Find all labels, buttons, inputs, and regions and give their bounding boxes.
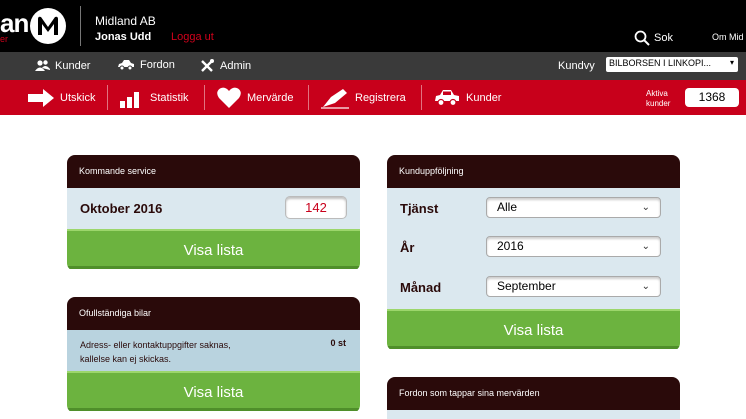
search-button[interactable]: Sok [634, 30, 673, 46]
chevron-down-icon: ▾ [729, 58, 734, 67]
tjanst-label: Tjänst [400, 201, 439, 216]
nav-kunder-red-label: Kunder [466, 91, 502, 104]
nav-utskick[interactable]: Utskick [28, 80, 95, 115]
nav-separator [421, 85, 422, 110]
card-body: Oktober 2016 142 [67, 188, 360, 229]
nav-utskick-label: Utskick [60, 91, 96, 104]
card-title: Ofullständiga bilar [67, 297, 360, 330]
brand-subtext: er [0, 34, 9, 44]
kundvy-label: Kundvy [558, 60, 595, 72]
nav-admin-label: Admin [220, 60, 252, 72]
card-title: Kunduppföljning [387, 155, 680, 188]
primary-nav: Utskick Statistik Mervärde Registrera Ku… [0, 80, 746, 115]
card-body: Tjänst Alle ⌄ År 2016 ⌄ Månad September … [387, 188, 680, 309]
nav-fordon-label: Fordon [140, 59, 175, 71]
service-month-label: Oktober 2016 [80, 201, 163, 216]
uppfoljning-visa-lista-button[interactable]: Visa lista [387, 309, 680, 349]
manad-select[interactable]: September ⌄ [486, 276, 661, 297]
nav-mervarde-label: Mervärde [247, 91, 294, 104]
ofullstandiga-message-line1: Adress- eller kontaktuppgifter saknas, [80, 340, 231, 350]
ofullstandiga-count: 0 st [330, 338, 346, 348]
search-icon [634, 30, 650, 46]
user-name: Jonas Udd [95, 31, 152, 43]
nav-separator [107, 85, 108, 110]
tjanst-select-value: Alle [497, 200, 518, 214]
search-label: Sok [654, 32, 673, 44]
card-body: Adress- eller kontaktuppgifter saknas, k… [67, 330, 360, 371]
manad-select-value: September [497, 279, 556, 293]
logout-link[interactable]: Logga ut [171, 31, 214, 43]
nav-registrera[interactable]: Registrera [321, 80, 406, 115]
arrow-right-icon [28, 88, 54, 107]
tjanst-select[interactable]: Alle ⌄ [486, 197, 661, 218]
users-icon [35, 60, 50, 71]
card-fordon-mervarden: Fordon som tappar sina mervärden [387, 377, 680, 419]
car-icon [118, 60, 134, 71]
nav-kunder-red[interactable]: Kunder [434, 80, 501, 115]
aktiva-line1: Aktiva [646, 89, 668, 98]
ar-label: År [400, 240, 415, 255]
chevron-down-icon: ⌄ [641, 281, 650, 292]
kundvy-select-value: BILBORSEN I LINKOPI... [609, 58, 712, 68]
card-body [387, 410, 680, 419]
aktiva-kunder-label: Aktiva kunder [646, 89, 670, 109]
card-title: Kommande service [67, 155, 360, 188]
card-title: Fordon som tappar sina mervärden [387, 377, 680, 410]
ofullstandiga-visa-lista-button[interactable]: Visa lista [67, 371, 360, 411]
nav-admin[interactable]: Admin [200, 59, 251, 73]
manad-label: Månad [400, 280, 442, 295]
service-visa-lista-button[interactable]: Visa lista [67, 229, 360, 269]
top-header: an er Midland AB Jonas Udd Logga ut Sok … [0, 0, 746, 52]
card-kunduppfoljning: Kunduppföljning Tjänst Alle ⌄ År 2016 ⌄ … [387, 155, 680, 351]
nav-kunder-label: Kunder [55, 59, 91, 72]
bar-chart-icon [120, 91, 139, 108]
chevron-down-icon: ⌄ [641, 241, 650, 252]
nav-statistik-label: Statistik [150, 91, 189, 104]
logo-icon[interactable] [30, 8, 66, 44]
nav-kunder[interactable]: Kunder [35, 59, 90, 72]
card-ofullstandiga-bilar: Ofullständiga bilar Adress- eller kontak… [67, 297, 360, 413]
aktiva-kunder-count: 1368 [685, 88, 739, 107]
about-link[interactable]: Om Mid [712, 32, 744, 42]
header-divider [80, 6, 81, 46]
nav-separator [308, 85, 309, 110]
nav-statistik[interactable]: Statistik [120, 80, 189, 115]
nav-fordon[interactable]: Fordon [117, 59, 175, 71]
heart-icon [217, 87, 241, 108]
ofullstandiga-message-line2: kallelse kan ej skickas. [80, 354, 172, 364]
aktiva-line2: kunder [646, 99, 671, 108]
ar-select-value: 2016 [497, 239, 524, 253]
service-count: 142 [285, 196, 347, 219]
ofullstandiga-message: Adress- eller kontaktuppgifter saknas, k… [80, 338, 231, 366]
ar-select[interactable]: 2016 ⌄ [486, 236, 661, 257]
tools-icon [201, 59, 214, 72]
company-name: Midland AB [95, 14, 156, 28]
nav-mervarde[interactable]: Mervärde [217, 80, 293, 115]
pen-icon [321, 88, 349, 109]
kundvy-select[interactable]: BILBORSEN I LINKOPI... ▾ [606, 57, 738, 72]
chevron-down-icon: ⌄ [641, 202, 650, 213]
car-icon [435, 89, 459, 106]
nav-separator [204, 85, 205, 110]
nav-registrera-label: Registrera [355, 91, 406, 104]
card-kommande-service: Kommande service Oktober 2016 142 Visa l… [67, 155, 360, 271]
